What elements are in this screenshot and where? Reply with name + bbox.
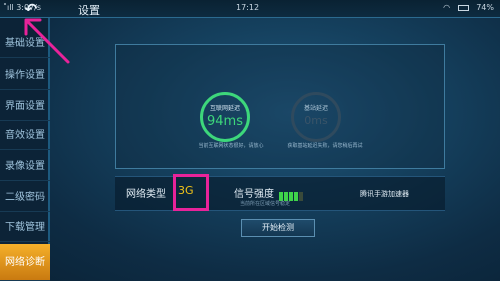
signal-strength-note: 当前所在区域信号稳定 [240, 201, 291, 207]
internet-latency-label: 互联网延迟 [209, 105, 240, 112]
base-latency-label: 基站延迟 [303, 105, 328, 112]
annotation-arrow-icon [24, 18, 70, 64]
sidebar-item-recording[interactable]: 录像设置 [0, 152, 50, 181]
network-type-label: 网络类型 [126, 189, 166, 200]
signal-strength-label: 信号强度 [234, 189, 274, 200]
signal-bar [294, 192, 298, 201]
status-clock: 17:12 [236, 3, 260, 12]
sidebar-item-network[interactable]: 网络诊断 [0, 244, 50, 281]
base-latency-note: 获取基站延迟失败，请您稍后再试 [287, 143, 363, 149]
battery-icon [457, 4, 469, 11]
diagnostics-panel [115, 44, 445, 169]
internet-latency-value: 94ms [207, 114, 243, 129]
accelerator-link[interactable]: 腾讯手游加速器 [360, 189, 409, 199]
page-title: 设置 [78, 4, 100, 17]
sidebar-item-password[interactable]: 二级密码 [0, 183, 50, 212]
battery-text: 74% [476, 3, 494, 12]
sidebar-item-sound[interactable]: 音效设置 [0, 121, 50, 150]
signal-bar [299, 192, 303, 201]
wifi-icon: ◠ [443, 3, 451, 12]
status-right: ◠ 74% [438, 3, 494, 12]
sidebar-item-downloads[interactable]: 下载管理 [0, 213, 50, 242]
base-latency-gauge: 基站延迟 0ms [291, 92, 341, 142]
sidebar-item-interface[interactable]: 界面设置 [0, 92, 50, 121]
internet-latency-note: 当前互联网状态很好，请放心 [198, 143, 264, 149]
signal-strength-icon [279, 186, 304, 201]
start-detection-button[interactable]: 开始检测 [241, 219, 315, 237]
top-bar: ˚ıll 3:07/s ↶ 设置 17:12 ◠ 74% [0, 0, 500, 18]
highlight-box [173, 174, 209, 211]
internet-latency-gauge: 互联网延迟 94ms [200, 92, 250, 142]
base-latency-value: 0ms [304, 114, 328, 127]
